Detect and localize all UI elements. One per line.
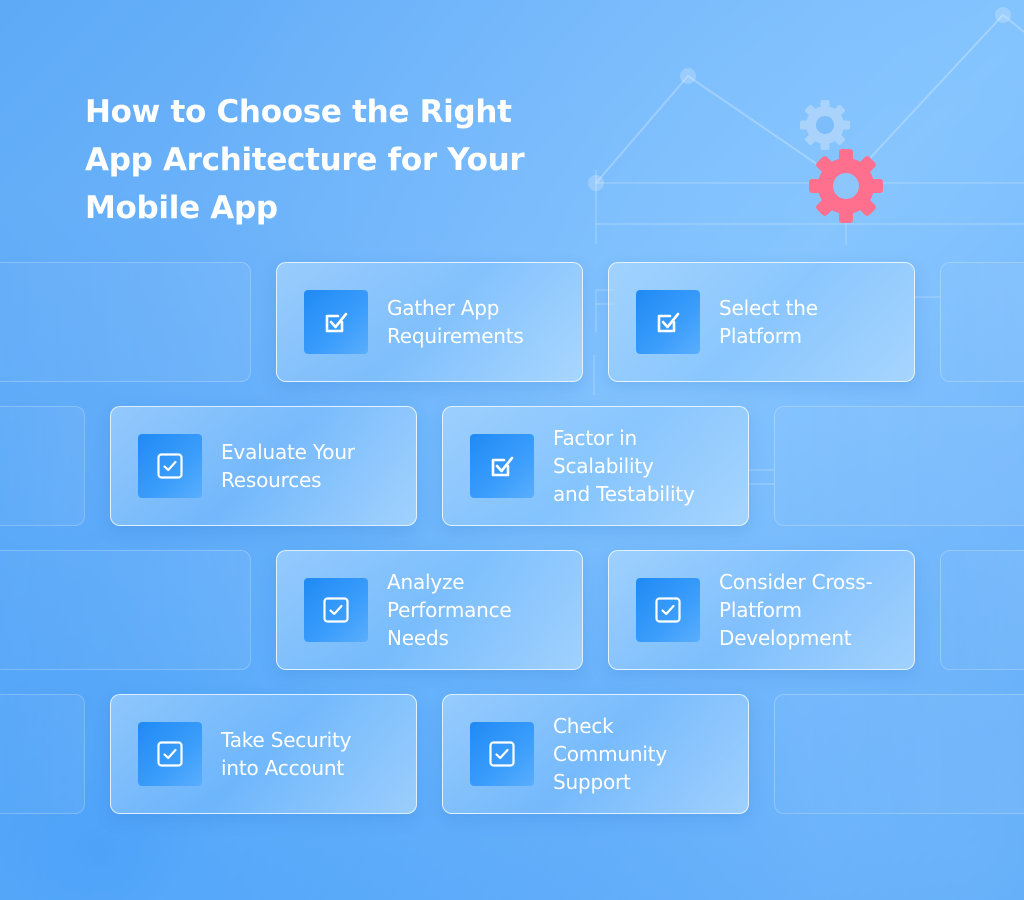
gear-icon-pink xyxy=(809,149,883,223)
step-label: Select the Platform xyxy=(719,296,818,348)
checkbox-rounded-check-icon xyxy=(138,434,202,498)
step-label: Gather App Requirements xyxy=(387,296,524,348)
step-label: Analyze Performance Needs xyxy=(387,570,512,650)
page-title: How to Choose the Right App Architecture… xyxy=(85,94,525,226)
step-card-evaluate-resources: Evaluate Your Resources xyxy=(110,406,417,526)
step-card-security: Take Security into Account xyxy=(110,694,417,814)
step-label: Check Community Support xyxy=(553,714,667,794)
checkbox-rounded-check-icon xyxy=(470,722,534,786)
step-label: Consider Cross- Platform Development xyxy=(719,570,873,650)
trend-line-chart xyxy=(595,13,1024,186)
checkbox-rounded-check-icon xyxy=(636,578,700,642)
chart-points xyxy=(588,7,1011,191)
ghost-card xyxy=(0,550,251,670)
checkbox-checked-icon xyxy=(470,434,534,498)
step-card-performance-needs: Analyze Performance Needs xyxy=(276,550,583,670)
checkbox-rounded-check-icon xyxy=(304,578,368,642)
step-card-community-support: Check Community Support xyxy=(442,694,749,814)
ghost-card xyxy=(774,406,1024,526)
ghost-card xyxy=(940,262,1024,382)
step-label: Evaluate Your Resources xyxy=(221,440,355,492)
step-label: Factor in Scalability and Testability xyxy=(553,426,695,506)
ghost-card xyxy=(940,550,1024,670)
ghost-card xyxy=(0,694,85,814)
step-card-gather-requirements: Gather App Requirements xyxy=(276,262,583,382)
ghost-card xyxy=(0,262,251,382)
step-card-select-platform: Select the Platform xyxy=(608,262,915,382)
checkbox-checked-icon xyxy=(636,290,700,354)
ghost-card xyxy=(0,406,85,526)
ghost-card xyxy=(774,694,1024,814)
trend-line xyxy=(595,13,1024,186)
step-card-scalability-testability: Factor in Scalability and Testability xyxy=(442,406,749,526)
checkbox-checked-icon xyxy=(304,290,368,354)
checkbox-rounded-check-icon xyxy=(138,722,202,786)
step-card-cross-platform: Consider Cross- Platform Development xyxy=(608,550,915,670)
gear-icon-light xyxy=(800,100,850,150)
step-label: Take Security into Account xyxy=(221,728,352,780)
